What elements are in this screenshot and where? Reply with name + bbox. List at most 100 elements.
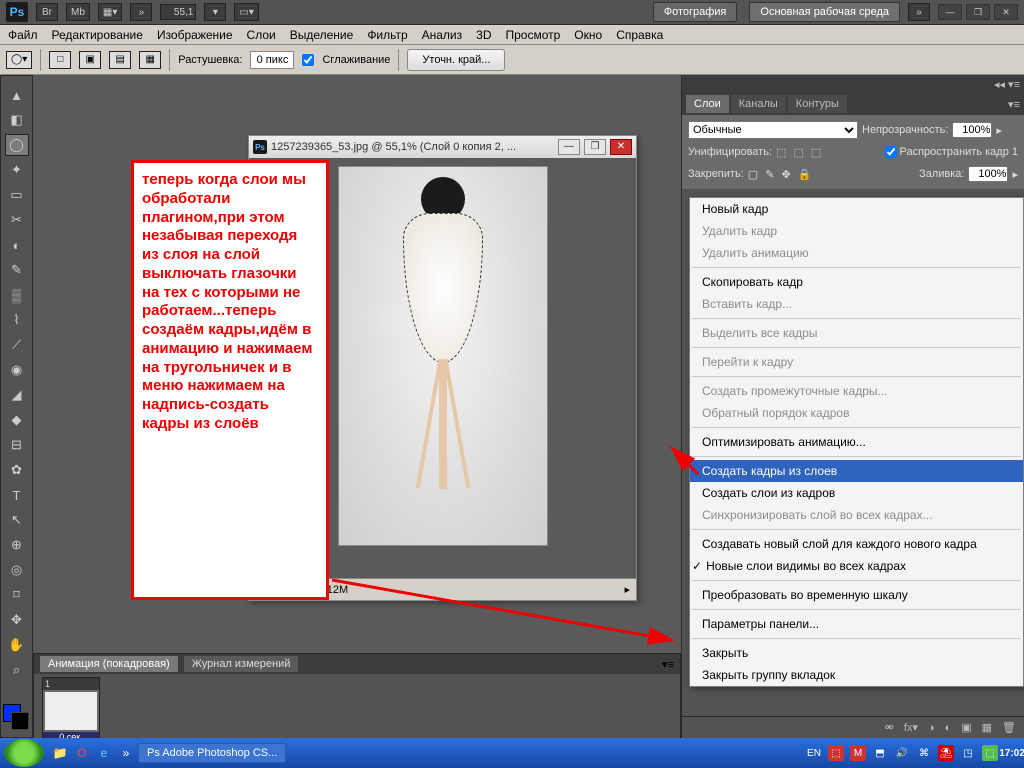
fill-input[interactable] (968, 166, 1008, 182)
tray-icon-avira[interactable]: ⛱ (938, 745, 954, 761)
workspace-more[interactable]: » (908, 3, 930, 21)
minimize-button[interactable]: — (938, 4, 962, 20)
tab-channels[interactable]: Каналы (731, 95, 786, 113)
menu-view[interactable]: Просмотр (505, 28, 560, 42)
context-item[interactable]: Преобразовать во временную шкалу (690, 584, 1023, 606)
tool-18[interactable]: ⊕ (5, 534, 29, 556)
context-item[interactable]: Закрыть (690, 642, 1023, 664)
group-icon[interactable]: ▣ (961, 721, 971, 734)
taskbar-app-photoshop[interactable]: Ps Adobe Photoshop CS... (138, 743, 286, 763)
right-panel-toggle[interactable]: ◂◂ ▾≡ (682, 75, 1024, 93)
tool-21[interactable]: ✥ (5, 609, 29, 631)
tool-13[interactable]: ◆ (5, 409, 29, 431)
opacity-input[interactable] (952, 122, 992, 138)
tool-3[interactable]: ✦ (5, 159, 29, 181)
tool-5[interactable]: ✂ (5, 209, 29, 231)
zoom-dropdown[interactable]: ▾ (204, 3, 226, 21)
adjustment-icon[interactable]: ◐ (945, 722, 952, 734)
doc-max[interactable]: ❐ (584, 139, 606, 155)
fill-flyout[interactable]: ▸ (1012, 168, 1018, 181)
layers-menu-icon[interactable]: ▾≡ (1008, 98, 1020, 111)
doc-min[interactable]: — (558, 139, 580, 155)
start-button[interactable] (4, 739, 44, 767)
tray-icon-volume[interactable]: 🔊 (894, 745, 910, 761)
menu-select[interactable]: Выделение (290, 28, 354, 42)
tray-icon-6[interactable]: ⬚ (982, 745, 998, 761)
antialias-checkbox[interactable] (302, 54, 314, 66)
selmode-add[interactable]: ▣ (79, 51, 101, 69)
tool-9[interactable]: ⌇ (5, 309, 29, 331)
propagate-checkbox[interactable] (885, 146, 897, 158)
ql-ie-icon[interactable]: e (94, 743, 114, 763)
close-app-button[interactable]: ✕ (994, 4, 1018, 20)
trash-icon[interactable]: 🗑 (1002, 721, 1016, 734)
tool-4[interactable]: ▭ (5, 184, 29, 206)
tray-icon-5[interactable]: ◳ (960, 745, 976, 761)
extras-button[interactable]: » (130, 3, 152, 21)
link-layers-icon[interactable]: ⚮ (885, 721, 894, 734)
context-item[interactable]: Создавать новый слой для каждого нового … (690, 533, 1023, 555)
tab-animation[interactable]: Анимация (покадровая) (40, 656, 178, 672)
lock-icons[interactable]: ▢ ✎ ✥ 🔒 (748, 168, 814, 181)
document-titlebar[interactable]: Ps 1257239365_53.jpg @ 55,1% (Слой 0 коп… (249, 136, 636, 158)
lang-indicator[interactable]: EN (806, 745, 822, 761)
context-item[interactable]: Закрыть группу вкладок (690, 664, 1023, 686)
tool-15[interactable]: ✿ (5, 459, 29, 481)
menu-layers[interactable]: Слои (247, 28, 276, 42)
photo-workspace-button[interactable]: Фотография (653, 2, 738, 22)
context-item[interactable]: Новые слои видимы во всех кадрах (690, 555, 1023, 577)
menu-window[interactable]: Окно (574, 28, 602, 42)
minibridge-button[interactable]: Mb (66, 3, 90, 21)
tab-measurements[interactable]: Журнал измерений (184, 656, 299, 672)
menu-3d[interactable]: 3D (476, 28, 491, 42)
doc-scroll-right[interactable]: ▸ (624, 583, 630, 596)
context-item[interactable]: Оптимизировать анимацию... (690, 431, 1023, 453)
tool-8[interactable]: ▒ (5, 284, 29, 306)
context-item[interactable]: Создать кадры из слоев (690, 460, 1023, 482)
bridge-button[interactable]: Br (36, 3, 58, 21)
refine-edge-button[interactable]: Уточн. край... (407, 49, 505, 71)
tool-10[interactable]: ⟋ (5, 334, 29, 356)
feather-input[interactable] (250, 51, 294, 69)
menu-edit[interactable]: Редактирование (52, 28, 143, 42)
tool-1[interactable]: ◧ (5, 109, 29, 131)
tool-0[interactable]: ▲ (5, 84, 29, 106)
blend-mode-select[interactable]: Обычные (688, 121, 858, 139)
zoom-level-input[interactable] (160, 4, 196, 20)
tool-11[interactable]: ◉ (5, 359, 29, 381)
opacity-flyout[interactable]: ▸ (996, 124, 1002, 137)
tool-22[interactable]: ✋ (5, 634, 29, 656)
tool-19[interactable]: ◎ (5, 559, 29, 581)
tool-12[interactable]: ◢ (5, 384, 29, 406)
tab-paths[interactable]: Контуры (788, 95, 847, 113)
selmode-sub[interactable]: ▤ (109, 51, 131, 69)
lasso-tool-icon[interactable]: ◯▾ (6, 51, 32, 69)
doc-close[interactable]: ✕ (610, 139, 632, 155)
tool-14[interactable]: ⊟ (5, 434, 29, 456)
tray-icon-1[interactable]: ⬚ (828, 745, 844, 761)
tray-icon-4[interactable]: ⌘ (916, 745, 932, 761)
tool-17[interactable]: ↖ (5, 509, 29, 531)
context-item[interactable]: Новый кадр (690, 198, 1023, 220)
selmode-new[interactable]: □ (49, 51, 71, 69)
ql-opera-icon[interactable]: O (72, 743, 92, 763)
menu-help[interactable]: Справка (616, 28, 663, 42)
fx-icon[interactable]: fx▾ (904, 721, 918, 734)
main-workspace-button[interactable]: Основная рабочая среда (749, 2, 900, 22)
background-color[interactable] (11, 712, 29, 730)
menu-filter[interactable]: Фильтр (367, 28, 407, 42)
color-swatches[interactable] (3, 704, 29, 730)
tool-20[interactable]: ⌑ (5, 584, 29, 606)
ql-more[interactable]: » (116, 743, 136, 763)
menu-file[interactable]: Файл (8, 28, 38, 42)
tray-icon-2[interactable]: M (850, 745, 866, 761)
context-item[interactable]: Параметры панели... (690, 613, 1023, 635)
tool-2[interactable]: ◯ (5, 134, 29, 156)
unify-icons[interactable]: ⬚ ⬚ ⬚ (776, 146, 823, 159)
arrange-button[interactable]: ▭▾ (234, 3, 258, 21)
animation-frame-1[interactable]: 1 0 сек. (42, 677, 100, 743)
context-item[interactable]: Скопировать кадр (690, 271, 1023, 293)
tool-23[interactable]: ⌕ (5, 659, 29, 681)
tool-7[interactable]: ✎ (5, 259, 29, 281)
tray-icon-3[interactable]: ⬒ (872, 745, 888, 761)
